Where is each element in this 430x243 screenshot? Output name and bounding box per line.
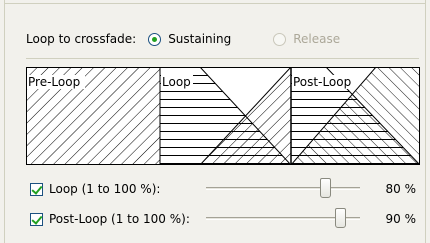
crossfade-diagram: Pre-Loop Loop Post-Loop <box>26 67 420 165</box>
frame-border-left <box>4 0 5 243</box>
loop-checkbox[interactable] <box>30 182 43 196</box>
crossfade-mode-row: Loop to crossfade: Sustaining Release <box>26 30 340 48</box>
post-loop-slider-thumb[interactable] <box>334 208 346 228</box>
separator-line <box>26 58 419 59</box>
sustaining-radio[interactable] <box>148 32 162 46</box>
post-loop-label: Post-Loop <box>293 75 351 89</box>
post-loop-checkbox-label[interactable]: Post-Loop (1 to 100 %): <box>49 212 190 226</box>
post-loop-checkbox[interactable] <box>30 212 43 226</box>
frame-border-top <box>4 3 426 4</box>
crossfade-mode-label: Loop to crossfade: <box>26 32 137 46</box>
pre-loop-label: Pre-Loop <box>28 75 80 89</box>
crossfade-panel: Loop to crossfade: Sustaining Release Pr… <box>0 0 430 243</box>
release-radio-option: Release <box>273 32 340 46</box>
loop-setting-row: Loop (1 to 100 %): <box>30 180 160 198</box>
release-radio <box>273 32 287 46</box>
post-loop-slider[interactable] <box>206 208 360 230</box>
release-radio-label: Release <box>293 32 341 46</box>
sustaining-radio-option[interactable]: Sustaining <box>148 32 231 46</box>
loop-slider-track[interactable] <box>206 187 360 190</box>
loop-slider[interactable] <box>206 178 360 200</box>
sustaining-radio-label[interactable]: Sustaining <box>168 32 231 46</box>
loop-slider-thumb[interactable] <box>320 178 332 198</box>
loop-checkbox-label[interactable]: Loop (1 to 100 %): <box>49 182 160 196</box>
post-loop-value: 90 % <box>385 212 417 226</box>
loop-value: 80 % <box>385 182 417 196</box>
post-loop-setting-row: Post-Loop (1 to 100 %): <box>30 210 190 228</box>
frame-border-right <box>425 0 426 243</box>
loop-label: Loop <box>162 75 191 89</box>
